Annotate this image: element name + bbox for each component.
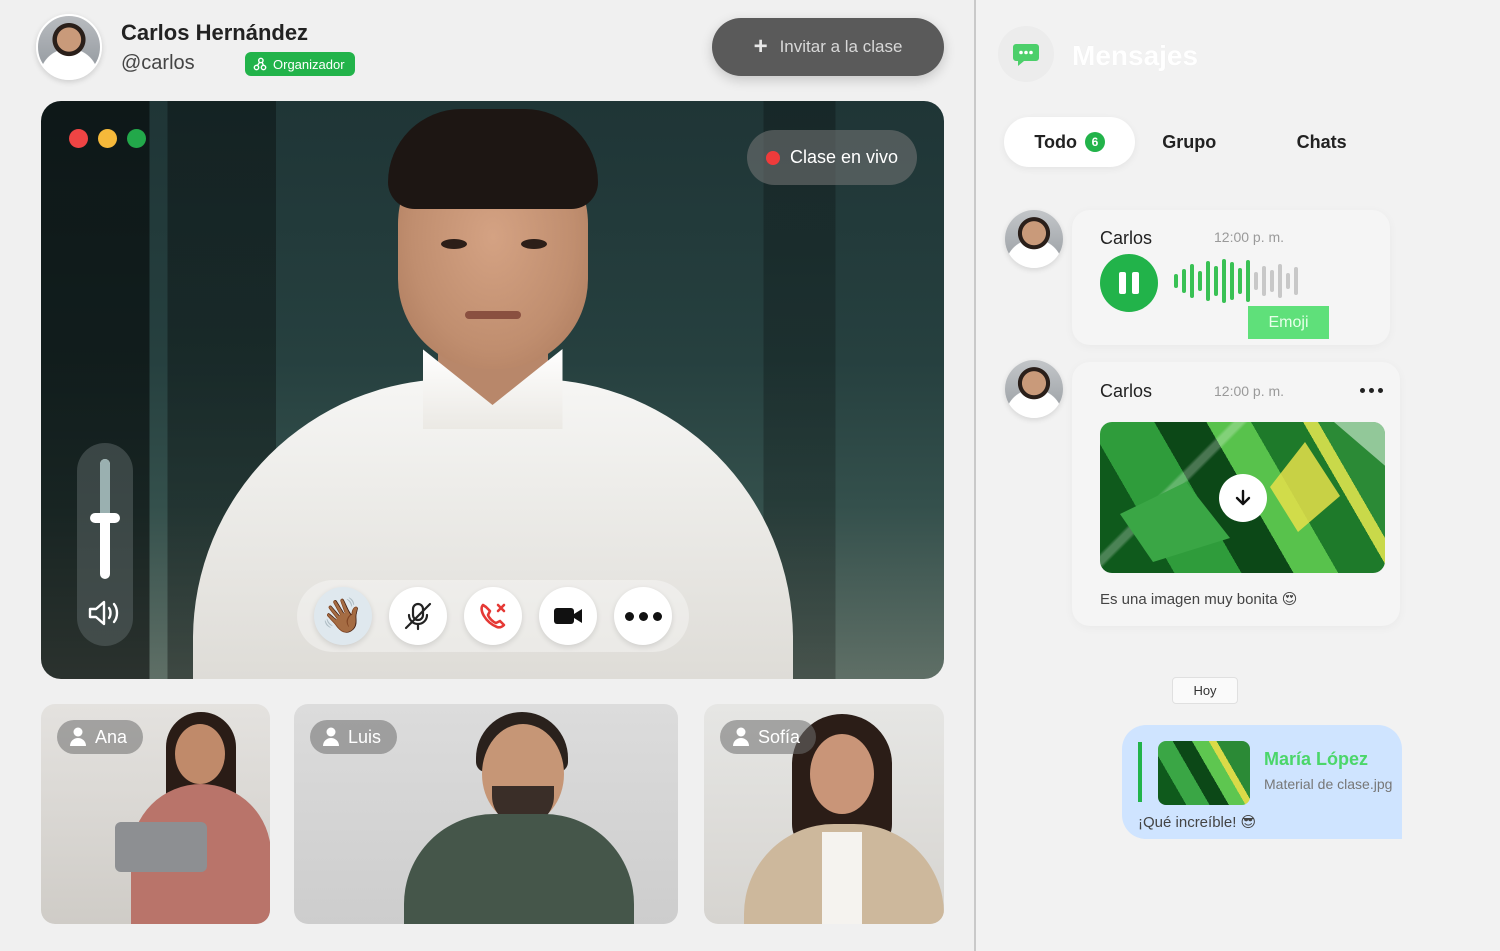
participant-name: Sofía <box>758 726 801 747</box>
organizer-badge: Organizador <box>245 52 355 76</box>
host-handle: @carlos <box>121 52 195 74</box>
volume-slider[interactable] <box>77 443 133 646</box>
video-camera-icon <box>554 608 583 624</box>
live-dot-icon <box>765 150 780 165</box>
microphone-off-icon <box>404 602 431 631</box>
waving-hand-icon: 👋🏾 <box>321 597 364 635</box>
message-sender: Carlos <box>1100 381 1153 401</box>
message-sender: Carlos <box>1100 228 1153 248</box>
emoji-tag[interactable]: Emoji <box>1248 306 1329 339</box>
audio-waveform[interactable] <box>1174 258 1298 304</box>
message-time: 12:00 p. m. <box>1214 383 1285 399</box>
plus-icon: + <box>753 33 768 60</box>
speaker-icon[interactable] <box>87 598 123 628</box>
tab-label: Todo <box>1034 131 1077 152</box>
main-video-feed: Clase en vivo 👋🏾 <box>41 101 944 679</box>
tab-group[interactable]: Grupo <box>1135 117 1243 167</box>
phone-hangup-icon <box>480 603 506 629</box>
invite-label: Invitar a la clase <box>779 37 903 56</box>
participant-label: Ana <box>57 720 144 754</box>
volume-handle[interactable] <box>90 513 120 523</box>
message-time: 12:00 p. m. <box>1214 229 1285 245</box>
unread-count-badge: 6 <box>1085 132 1105 152</box>
reply-text: ¡Qué increíble! 😎 <box>1138 814 1257 831</box>
live-label: Clase en vivo <box>789 147 899 167</box>
participant-tile-sofia[interactable]: Sofía <box>704 704 944 924</box>
end-call-button[interactable] <box>463 587 522 645</box>
more-dots-icon <box>624 611 662 621</box>
quote-bar <box>1138 742 1142 802</box>
participant-name: Luis <box>348 726 382 747</box>
host-name: Carlos Hernández <box>121 20 309 45</box>
live-indicator: Clase en vivo <box>747 130 917 185</box>
reply-message-bubble[interactable]: María López Material de clase.jpg ¡Qué i… <box>1122 725 1402 839</box>
image-caption: Es una imagen muy bonita 😍 <box>1100 591 1298 608</box>
mute-microphone-button[interactable] <box>388 587 447 645</box>
maximize-window-dot[interactable] <box>127 129 146 148</box>
tab-all[interactable]: Todo 6 <box>1004 117 1136 167</box>
person-icon <box>733 727 749 746</box>
pause-icon <box>1119 272 1126 294</box>
sender-avatar[interactable] <box>1005 210 1063 268</box>
window-controls <box>69 129 146 148</box>
close-window-dot[interactable] <box>69 129 88 148</box>
day-separator: Hoy <box>1172 677 1238 704</box>
person-icon <box>70 727 86 746</box>
messages-title: Mensajes <box>1072 40 1199 71</box>
chat-bubble-icon <box>998 26 1054 82</box>
person-icon <box>323 727 339 746</box>
invite-to-class-button[interactable]: + Invitar a la clase <box>712 18 944 76</box>
call-controls-bar: 👋🏾 <box>297 580 689 652</box>
participant-tile-ana[interactable]: Ana <box>41 704 270 924</box>
network-icon <box>253 57 267 71</box>
quoted-sender: María López <box>1264 749 1369 769</box>
more-options-button[interactable] <box>614 587 673 645</box>
tab-label: Chats <box>1296 131 1347 152</box>
pause-audio-button[interactable] <box>1100 254 1158 312</box>
quoted-file-name: Material de clase.jpg <box>1264 776 1393 792</box>
raise-hand-button[interactable]: 👋🏾 <box>313 587 372 645</box>
sender-avatar[interactable] <box>1005 360 1063 418</box>
video-call-panel: Carlos Hernández @carlos Organizador + I… <box>0 0 974 951</box>
download-arrow-icon <box>1235 489 1251 506</box>
shared-image[interactable] <box>1100 422 1385 573</box>
download-button[interactable] <box>1219 474 1267 522</box>
volume-fill <box>100 459 110 515</box>
tab-chats[interactable]: Chats <box>1243 117 1400 167</box>
minimize-window-dot[interactable] <box>98 129 117 148</box>
message-filter-tabs: Todo 6 Grupo Chats <box>1004 116 1400 168</box>
messages-panel: Mensajes Todo 6 Grupo Chats Carlos 12:00… <box>976 0 1500 951</box>
quoted-image-thumbnail[interactable] <box>1158 741 1250 805</box>
participant-label: Sofía <box>720 720 817 754</box>
host-avatar[interactable] <box>36 14 102 80</box>
tab-label: Grupo <box>1162 131 1217 152</box>
participant-name: Ana <box>95 726 128 747</box>
participant-label: Luis <box>310 720 398 754</box>
toggle-camera-button[interactable] <box>539 587 598 645</box>
message-options-icon[interactable] <box>1360 388 1383 393</box>
organizer-label: Organizador <box>273 56 345 72</box>
participant-tile-luis[interactable]: Luis <box>294 704 678 924</box>
